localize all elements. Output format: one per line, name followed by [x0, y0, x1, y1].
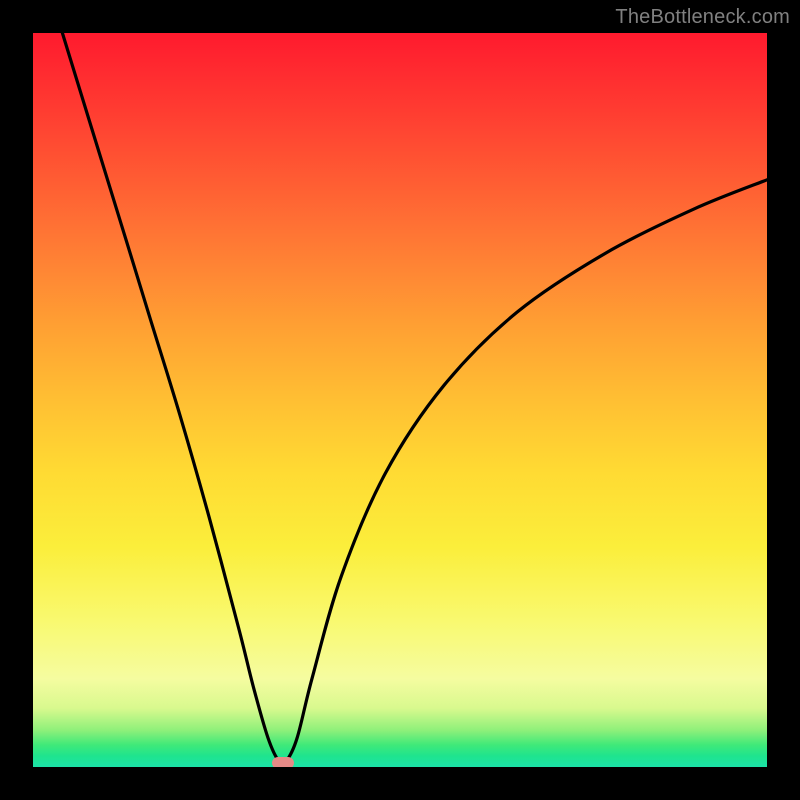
plot-area — [33, 33, 767, 767]
minimum-marker — [272, 757, 294, 767]
chart-frame: TheBottleneck.com — [0, 0, 800, 800]
bottleneck-curve — [33, 33, 767, 767]
watermark-text: TheBottleneck.com — [615, 6, 790, 29]
